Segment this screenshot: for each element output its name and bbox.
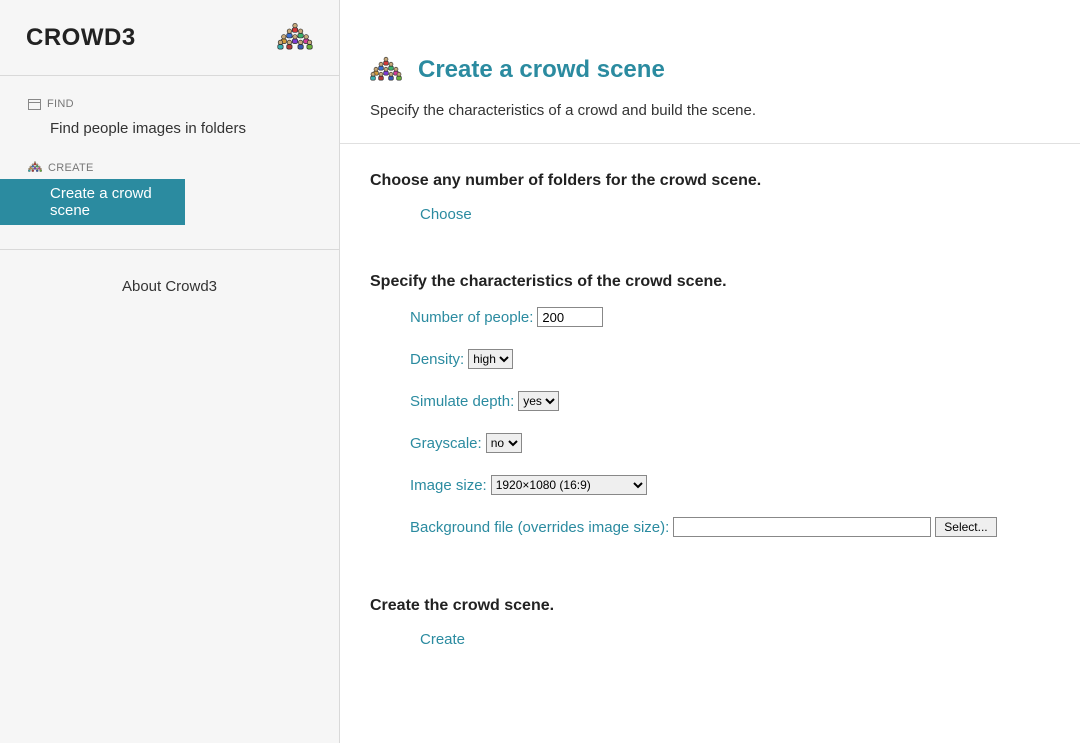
nav-section-label: FIND <box>47 98 74 110</box>
section-heading-folders: Choose any number of folders for the cro… <box>370 172 1050 190</box>
nav-item-find-people[interactable]: Find people images in folders <box>0 114 339 143</box>
select-density[interactable]: high <box>468 349 513 369</box>
nav-item-create-crowd[interactable]: Create a crowd scene <box>0 179 185 225</box>
section-heading-create: Create the crowd scene. <box>370 597 1050 615</box>
nav-section-create: CREATE <box>0 143 339 179</box>
select-background-button[interactable]: Select... <box>935 517 996 537</box>
page-title: Create a crowd scene <box>418 56 665 84</box>
row-simulate-depth: Simulate depth: yes <box>410 391 1050 411</box>
crowd-icon <box>370 56 402 84</box>
create-link[interactable]: Create <box>370 631 465 648</box>
label-simulate-depth: Simulate depth: <box>410 393 514 410</box>
nav-section-find: FIND <box>0 88 339 114</box>
row-grayscale: Grayscale: no <box>410 433 1050 453</box>
about-link[interactable]: About Crowd3 <box>0 278 339 295</box>
input-background-file[interactable] <box>673 517 931 537</box>
row-background-file: Background file (overrides image size): … <box>410 517 1050 537</box>
page-subtitle: Specify the characteristics of a crowd a… <box>370 102 1050 119</box>
main-content: Create a crowd scene Specify the charact… <box>340 0 1080 743</box>
input-number-of-people[interactable] <box>537 307 603 327</box>
nav-section-label: CREATE <box>48 162 94 174</box>
label-number-of-people: Number of people: <box>410 309 533 326</box>
crowd-icon <box>277 22 313 53</box>
select-simulate-depth[interactable]: yes <box>518 391 559 411</box>
section-heading-characteristics: Specify the characteristics of the crowd… <box>370 273 1050 291</box>
sidebar-header: CROWD3 <box>0 0 339 76</box>
sidebar: CROWD3 FIND Find people images in folder… <box>0 0 340 743</box>
label-density: Density: <box>410 351 464 368</box>
section-folders: Choose any number of folders for the cro… <box>340 144 1080 245</box>
row-image-size: Image size: 1920×1080 (16:9) <box>410 475 1050 495</box>
label-background-file: Background file (overrides image size): <box>410 519 669 536</box>
row-density: Density: high <box>410 349 1050 369</box>
choose-folders-link[interactable]: Choose <box>370 206 472 223</box>
section-create: Create the crowd scene. Create <box>340 569 1080 670</box>
window-icon <box>28 99 41 110</box>
select-image-size[interactable]: 1920×1080 (16:9) <box>491 475 647 495</box>
sidebar-separator <box>0 249 339 250</box>
select-grayscale[interactable]: no <box>486 433 522 453</box>
section-characteristics: Specify the characteristics of the crowd… <box>340 245 1080 569</box>
row-number-of-people: Number of people: <box>410 307 1050 327</box>
page-header: Create a crowd scene Specify the charact… <box>340 0 1080 144</box>
crowd-icon <box>28 161 42 175</box>
label-grayscale: Grayscale: <box>410 435 482 452</box>
app-title: CROWD3 <box>26 24 136 52</box>
sidebar-nav: FIND Find people images in folders CREAT… <box>0 76 339 233</box>
label-image-size: Image size: <box>410 477 487 494</box>
